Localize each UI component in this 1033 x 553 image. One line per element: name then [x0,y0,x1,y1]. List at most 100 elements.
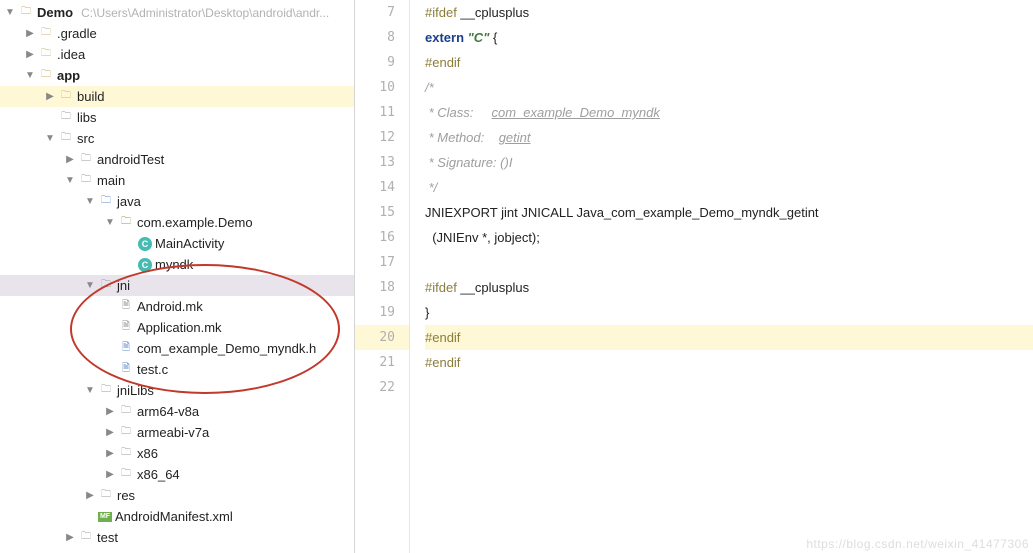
line-number: 15 [355,200,409,225]
folder-icon: 🗀 [38,26,54,42]
code-line[interactable] [425,375,1033,400]
tree-item-manifest[interactable]: MFAndroidManifest.xml [0,506,354,527]
expand-icon[interactable]: ▶ [22,49,38,60]
folder-icon: 🗀 [98,194,114,210]
collapse-icon[interactable]: ▼ [102,217,118,228]
collapse-icon[interactable]: ▼ [22,70,38,81]
expand-icon[interactable]: ▶ [102,406,118,417]
code-line[interactable]: #endif [425,350,1033,375]
line-number: 12 [355,125,409,150]
expand-icon[interactable]: ▶ [102,448,118,459]
tree-item-androidtest[interactable]: ▶🗀androidTest [0,149,354,170]
folder-icon: 🗀 [38,68,54,84]
code-line[interactable]: #ifdef __cplusplus [425,0,1033,25]
tree-item-main[interactable]: ▼🗀main [0,170,354,191]
tree-item-testc[interactable]: 🗎test.c [0,359,354,380]
tree-item-build[interactable]: ▶🗀build [0,86,354,107]
c-file-icon: 🗎 [118,362,134,378]
expand-icon[interactable]: ▶ [22,28,38,39]
code-line[interactable]: #endif [425,50,1033,75]
tree-item-x86[interactable]: ▶🗀x86 [0,443,354,464]
line-number-gutter: 7 8 9 10 11 12 13 14 15 16 17 18 19 20 2… [355,0,410,553]
line-number: 21 [355,350,409,375]
line-number: 22 [355,375,409,400]
tree-item-myndk[interactable]: Cmyndk [0,254,354,275]
line-number: 7 [355,0,409,25]
folder-icon: 🗀 [98,488,114,504]
line-number: 18 [355,275,409,300]
folder-icon: 🗀 [18,5,34,21]
tree-item-header[interactable]: 🗎com_example_Demo_myndk.h [0,338,354,359]
code-line[interactable]: */ [425,175,1033,200]
root-label: Demo [37,5,73,20]
tree-item-package[interactable]: ▼🗀com.example.Demo [0,212,354,233]
line-number: 13 [355,150,409,175]
tree-item-x86-64[interactable]: ▶🗀x86_64 [0,464,354,485]
tree-item-arm64[interactable]: ▶🗀arm64-v8a [0,401,354,422]
collapse-icon[interactable]: ▼ [82,196,98,207]
tree-item-mainactivity[interactable]: CMainActivity [0,233,354,254]
expand-icon[interactable]: ▶ [82,490,98,501]
tree-item-jnilibs[interactable]: ▼🗀jniLibs [0,380,354,401]
line-number: 14 [355,175,409,200]
folder-icon: 🗀 [78,530,94,546]
code-line[interactable]: #ifdef __cplusplus [425,275,1033,300]
tree-item-armeabi[interactable]: ▶🗀armeabi-v7a [0,422,354,443]
file-icon: 🗎 [118,299,134,315]
line-number: 11 [355,100,409,125]
line-number: 10 [355,75,409,100]
expand-icon[interactable]: ▶ [102,427,118,438]
code-line[interactable]: * Class: com_example_Demo_myndk [425,100,1033,125]
folder-icon: 🗀 [58,89,74,105]
folder-icon: 🗀 [118,404,134,420]
collapse-icon[interactable]: ▼ [82,280,98,291]
project-tree-sidebar[interactable]: ▼ 🗀 Demo C:\Users\Administrator\Desktop\… [0,0,355,553]
code-line[interactable]: /* [425,75,1033,100]
code-line[interactable]: extern "C" { [425,25,1033,50]
tree-item-java[interactable]: ▼🗀java [0,191,354,212]
tree-item-app[interactable]: ▼🗀app [0,65,354,86]
collapse-icon[interactable]: ▼ [62,175,78,186]
tree-item-gradle[interactable]: ▶🗀.gradle [0,23,354,44]
line-number: 19 [355,300,409,325]
tree-item-libs[interactable]: 🗀libs [0,107,354,128]
folder-icon: 🗀 [58,110,74,126]
collapse-icon[interactable]: ▼ [82,385,98,396]
file-icon: 🗎 [118,320,134,336]
code-line[interactable]: JNIEXPORT jint JNICALL Java_com_example_… [425,200,1033,225]
expand-icon[interactable]: ▼ [2,7,18,18]
code-editor[interactable]: #ifdef __cplusplus extern "C" { #endif /… [410,0,1033,553]
watermark: https://blog.csdn.net/weixin_41477306 [806,537,1029,551]
folder-icon: 🗀 [78,173,94,189]
tree-item-jni[interactable]: ▼🗀jni [0,275,354,296]
tree-root[interactable]: ▼ 🗀 Demo C:\Users\Administrator\Desktop\… [0,2,354,23]
code-line[interactable]: * Signature: ()I [425,150,1033,175]
line-number: 17 [355,250,409,275]
tree-item-idea[interactable]: ▶🗀.idea [0,44,354,65]
tree-item-src[interactable]: ▼🗀src [0,128,354,149]
folder-icon: 🗀 [38,47,54,63]
folder-icon: 🗀 [78,152,94,168]
root-path: C:\Users\Administrator\Desktop\android\a… [81,6,329,20]
code-line[interactable]: (JNIEnv *, jobject); [425,225,1033,250]
line-number: 9 [355,50,409,75]
header-file-icon: 🗎 [118,341,134,357]
code-line[interactable]: #endif [425,325,1033,350]
tree-item-test[interactable]: ▶🗀test [0,527,354,548]
tree-item-appmk[interactable]: 🗎Application.mk [0,317,354,338]
expand-icon[interactable]: ▶ [62,532,78,543]
folder-icon: 🗀 [98,383,114,399]
expand-icon[interactable]: ▶ [62,154,78,165]
line-number: 20 [355,325,409,350]
tree-item-res[interactable]: ▶🗀res [0,485,354,506]
code-line[interactable] [425,250,1033,275]
tree-item-androidmk[interactable]: 🗎Android.mk [0,296,354,317]
code-line[interactable]: } [425,300,1033,325]
expand-icon[interactable]: ▶ [42,91,58,102]
manifest-icon: MF [98,512,112,522]
collapse-icon[interactable]: ▼ [42,133,58,144]
folder-icon: 🗀 [118,446,134,462]
expand-icon[interactable]: ▶ [102,469,118,480]
code-line[interactable]: * Method: getint [425,125,1033,150]
class-icon: C [138,258,152,272]
